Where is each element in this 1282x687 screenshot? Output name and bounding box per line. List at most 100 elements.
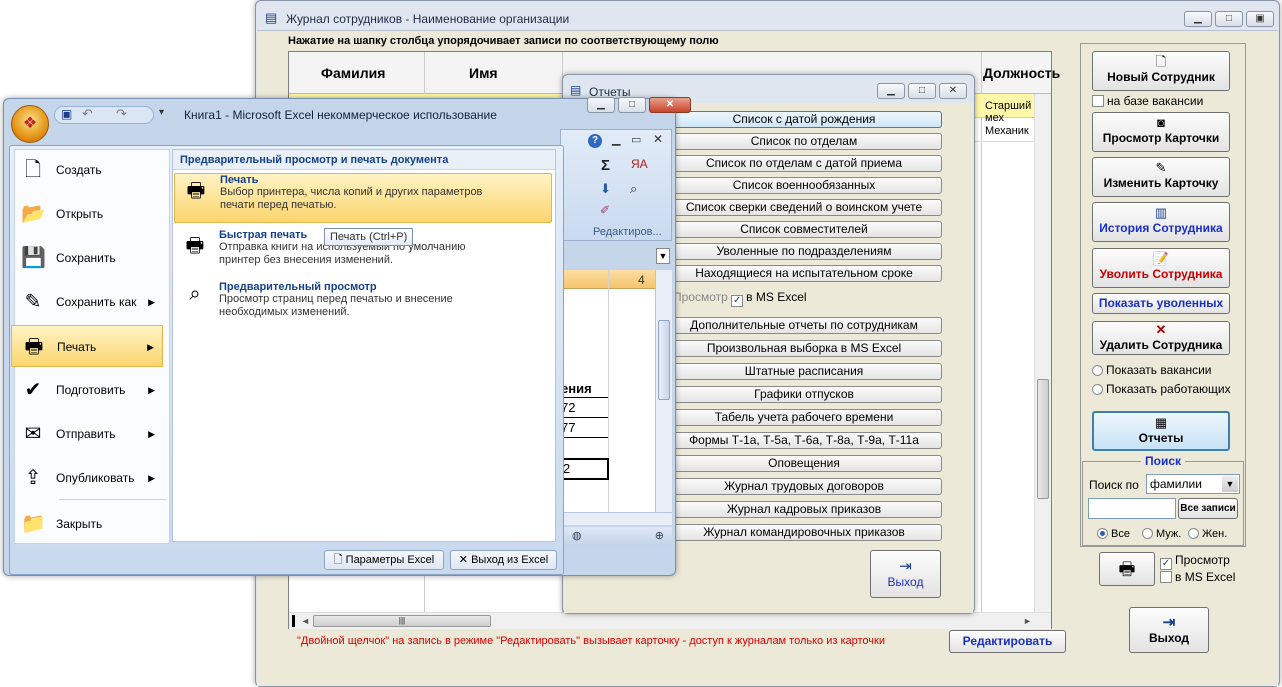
preview-checkbox[interactable]: ✓ Просмотр: [1160, 553, 1230, 570]
cell[interactable]: 72: [561, 398, 608, 418]
edit-button[interactable]: Редактировать: [949, 630, 1066, 653]
report-button[interactable]: Список совместителей: [666, 221, 942, 238]
report-button[interactable]: Уволенные по подразделениям: [666, 243, 942, 260]
cell-active[interactable]: 2: [561, 458, 609, 480]
reports-excel-checkbox[interactable]: Просмотр ✓ в MS Excel: [673, 290, 807, 307]
scroll-right-arrow[interactable]: ►: [1023, 616, 1032, 626]
help-icon[interactable]: ?: [588, 134, 602, 148]
search-field-select[interactable]: фамилии ▼: [1146, 474, 1240, 494]
horizontal-scrollbar[interactable]: ◄ ||| ►: [289, 612, 1051, 629]
print-option[interactable]: 🖶 Печать Выбор принтера, числа копий и д…: [174, 173, 552, 223]
history-button[interactable]: ▥ История Сотрудника: [1092, 202, 1230, 242]
sort-filter-icon[interactable]: ЯA: [631, 157, 648, 171]
reports-minimize-button[interactable]: ▁: [877, 83, 905, 99]
find-icon[interactable]: ⌕: [630, 181, 637, 197]
show-fired-button[interactable]: Показать уволенных: [1092, 293, 1230, 314]
excel-close-button[interactable]: ✕: [649, 97, 691, 113]
office-menu-item[interactable]: ✎ Сохранить как ▶: [11, 281, 163, 323]
cell[interactable]: ения: [561, 379, 608, 398]
office-menu-item[interactable]: ⇪ Опубликовать ▶: [11, 457, 163, 499]
office-menu-item[interactable]: 📁 Закрыть: [11, 503, 163, 545]
maximize-button[interactable]: □: [1215, 11, 1243, 27]
qat-save-icon[interactable]: ▣: [61, 107, 72, 121]
gender-male-radio[interactable]: Муж.: [1142, 528, 1181, 540]
qat-redo-icon[interactable]: ↷: [116, 106, 127, 122]
office-button[interactable]: ❖: [11, 105, 49, 143]
view-card-button[interactable]: ◙ Просмотр Карточки: [1092, 112, 1230, 152]
from-vacancy-checkbox[interactable]: на базе вакансии: [1092, 94, 1203, 108]
minimize-button[interactable]: ▁: [1184, 11, 1212, 27]
new-employee-button[interactable]: 🗋 Новый Сотрудник: [1092, 51, 1230, 91]
column-header-first-name[interactable]: Имя: [469, 65, 498, 81]
print-button[interactable]: 🖶: [1099, 552, 1155, 586]
report-button[interactable]: Произвольная выборка в MS Excel: [666, 340, 942, 357]
reports-close-button[interactable]: ✕: [939, 83, 967, 99]
office-menu-item[interactable]: 💾 Сохранить: [11, 237, 163, 279]
print-option-title: Печать: [220, 174, 259, 186]
excel-options-button[interactable]: 🗋 Параметры Excel: [324, 550, 444, 570]
report-button[interactable]: Табель учета рабочего времени: [666, 409, 942, 426]
cell[interactable]: 77: [561, 418, 608, 438]
report-button[interactable]: Список по отделам с датой приема: [666, 155, 942, 172]
delete-employee-button[interactable]: ✕ Удалить Сотрудника: [1092, 321, 1230, 355]
excel-minimize-button[interactable]: ▁: [587, 97, 615, 113]
column-header-last-name[interactable]: Фамилия: [321, 65, 385, 81]
ribbon-restore-icon[interactable]: ▭: [631, 133, 641, 146]
exit-excel-button[interactable]: ✕ Выход из Excel: [450, 550, 557, 570]
print-preview-option[interactable]: ⌕ Предварительный просмотр Просмотр стра…: [174, 281, 552, 329]
autosum-icon[interactable]: Σ: [601, 157, 610, 174]
office-menu-item[interactable]: ✉ Отправить ▶: [11, 413, 163, 455]
qat-undo-icon[interactable]: ↶: [82, 106, 93, 122]
search-input[interactable]: [1088, 498, 1176, 519]
report-button[interactable]: Формы Т-1а, Т-5а, Т-6а, Т-8а, Т-9а, Т-11…: [666, 432, 942, 449]
report-button[interactable]: Журнал командировочных приказов: [666, 524, 942, 541]
vertical-scrollbar[interactable]: [1034, 94, 1051, 612]
show-working-radio[interactable]: Показать работающих: [1092, 382, 1231, 396]
report-button[interactable]: Список сверки сведений о воинском учете: [666, 199, 942, 216]
fill-icon[interactable]: ⬇: [600, 181, 611, 197]
report-button[interactable]: Графики отпусков: [666, 386, 942, 403]
exit-button[interactable]: ⇥ Выход: [1129, 607, 1209, 653]
sheet-horizontal-scrollbar[interactable]: [560, 512, 672, 525]
reports-exit-button[interactable]: ⇥ Выход: [870, 550, 941, 598]
sheet-vertical-scrollbar[interactable]: [655, 270, 672, 512]
excel-maximize-button[interactable]: □: [618, 97, 646, 113]
show-vacancies-radio[interactable]: Показать вакансии: [1092, 363, 1211, 377]
ribbon-minimize-icon[interactable]: ▁: [612, 133, 620, 146]
save-icon: 💾: [21, 247, 46, 269]
gender-female-radio[interactable]: Жен.: [1188, 528, 1227, 540]
report-button[interactable]: Находящиеся на испытательном сроке: [666, 265, 942, 282]
ribbon-close-icon[interactable]: ✕: [653, 132, 663, 146]
formula-expand-icon[interactable]: ▼: [656, 248, 670, 264]
zoom-slider[interactable]: ◍ ⊕: [560, 527, 672, 545]
all-records-button[interactable]: Все записи: [1178, 498, 1238, 519]
excel-checkbox[interactable]: в MS Excel: [1160, 570, 1235, 584]
office-menu-item[interactable]: 📂 Открыть: [11, 193, 163, 235]
clear-icon[interactable]: ✐: [600, 203, 610, 217]
report-button[interactable]: Журнал кадровых приказов: [666, 501, 942, 518]
report-button[interactable]: Штатные расписания: [666, 363, 942, 380]
column-header-position[interactable]: Должность: [983, 65, 1060, 81]
reports-maximize-button[interactable]: □: [908, 83, 936, 99]
close-button[interactable]: ▣: [1246, 11, 1274, 27]
scroll-left-arrow[interactable]: ◄: [301, 616, 310, 626]
scrollbar-thumb[interactable]: |||: [313, 615, 491, 627]
zoom-in-icon[interactable]: ⊕: [655, 527, 664, 545]
office-menu-item[interactable]: 🗋 Создать: [11, 149, 163, 191]
office-menu-item[interactable]: 🖶 Печать ▶: [11, 325, 163, 367]
report-button[interactable]: Оповещения: [666, 455, 942, 472]
scrollbar-thumb[interactable]: [1037, 379, 1049, 499]
gender-all-radio[interactable]: Все: [1097, 528, 1130, 540]
reports-button[interactable]: ▦ Отчеты: [1092, 411, 1230, 451]
report-button[interactable]: Список по отделам: [666, 133, 942, 150]
office-menu-item[interactable]: ✔ Подготовить ▶: [11, 369, 163, 411]
menu-item-label: Сохранить как: [56, 295, 137, 309]
fire-employee-button[interactable]: 📝 Уволить Сотрудника: [1092, 248, 1230, 288]
report-button[interactable]: Дополнительные отчеты по сотрудникам: [666, 317, 942, 334]
edit-card-button[interactable]: ✎ Изменить Карточку: [1092, 157, 1230, 197]
report-button[interactable]: Список с датой рождения: [666, 111, 942, 128]
report-button[interactable]: Список военнообязанных: [666, 177, 942, 194]
qat-customize-icon[interactable]: ▾: [159, 107, 164, 118]
scrollbar-thumb[interactable]: [658, 320, 670, 400]
report-button[interactable]: Журнал трудовых договоров: [666, 478, 942, 495]
